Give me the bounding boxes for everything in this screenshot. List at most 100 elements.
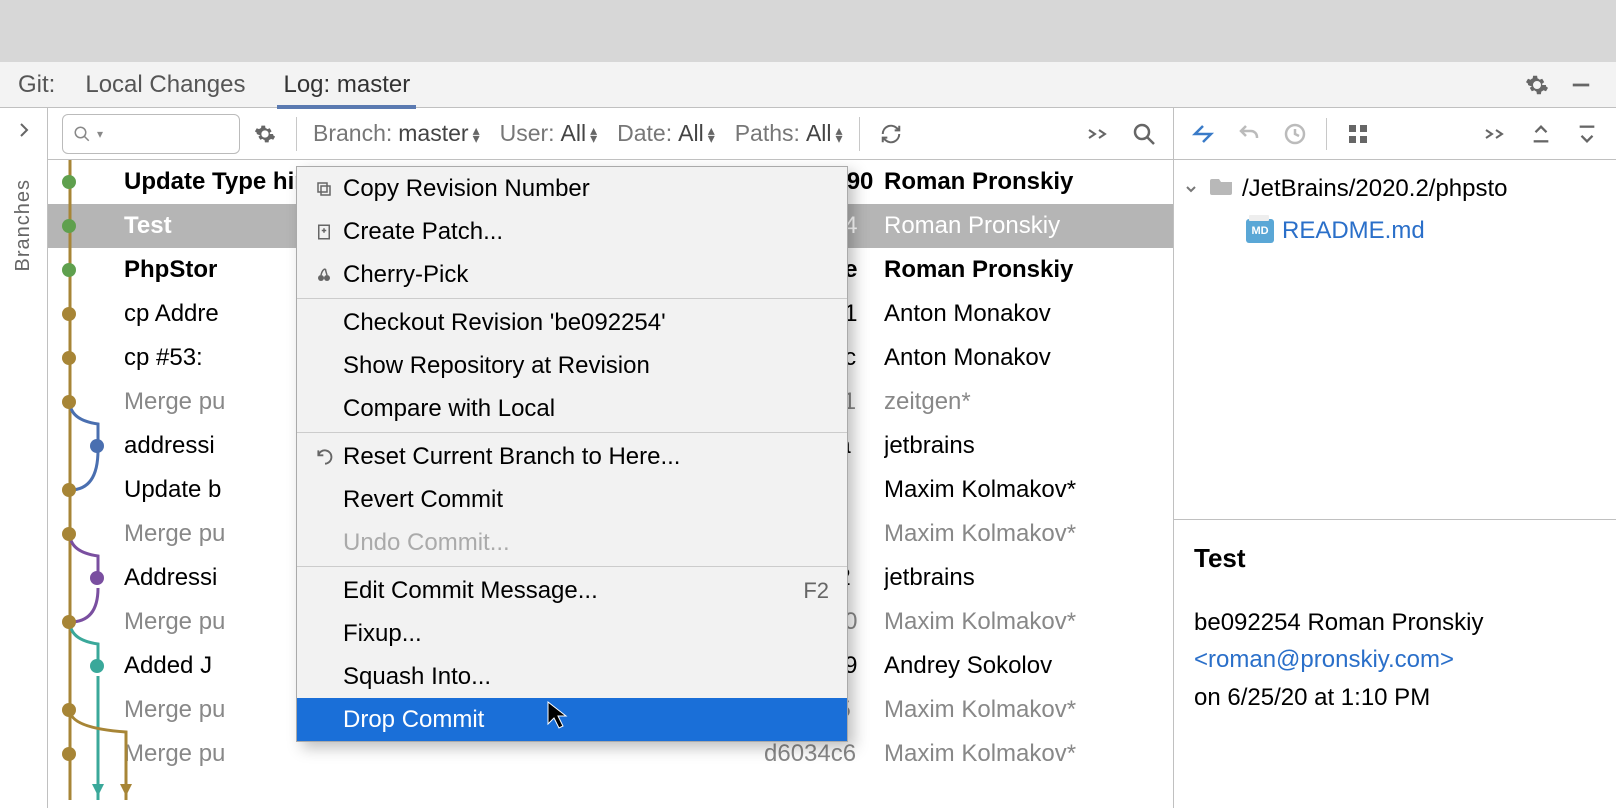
commit-log[interactable]: Update Type hintimaster2 minutes agobd54… <box>48 160 1173 808</box>
commit-author: Andrey Sokolov <box>884 652 1173 680</box>
gear-icon[interactable] <box>1522 70 1552 100</box>
commit-dot <box>62 703 76 717</box>
reset-icon <box>315 447 343 467</box>
updown-icon: ▴▾ <box>836 126 843 142</box>
menu-copy-revision[interactable]: Copy Revision Number <box>297 167 847 210</box>
navigate-icon[interactable] <box>1188 119 1218 149</box>
commit-hash: d6034c6 <box>764 740 884 768</box>
menu-cherry-pick[interactable]: Cherry-Pick <box>297 253 847 296</box>
commit-author: Maxim Kolmakov* <box>884 476 1173 504</box>
date-filter[interactable]: Date: All ▴▾ <box>617 120 715 147</box>
menu-reset-branch[interactable]: Reset Current Branch to Here... <box>297 435 847 478</box>
paths-filter[interactable]: Paths: All ▴▾ <box>735 120 843 147</box>
file-name[interactable]: README.md <box>1282 217 1425 245</box>
commit-hash: be092254 <box>1194 609 1301 636</box>
branch-filter-label: Branch: <box>313 120 392 147</box>
minimize-icon[interactable] <box>1566 70 1596 100</box>
date-filter-label: Date: <box>617 120 672 147</box>
user-filter-value: All <box>561 120 587 147</box>
commit-dot <box>62 219 76 233</box>
menu-fixup[interactable]: Fixup... <box>297 612 847 655</box>
markdown-file-icon: MD <box>1246 219 1274 243</box>
log-panel: ▾ Branch: master ▴▾ User: All ▴▾ Date: A… <box>48 108 1174 808</box>
commit-author: zeitgen* <box>884 388 1173 416</box>
menu-label: Reset Current Branch to Here... <box>343 443 829 471</box>
menu-label: Compare with Local <box>343 395 829 423</box>
more-icon[interactable] <box>1083 119 1113 149</box>
menu-compare-local[interactable]: Compare with Local <box>297 387 847 430</box>
menu-label: Revert Commit <box>343 486 829 514</box>
menu-label: Drop Commit <box>343 706 829 734</box>
commit-dot <box>62 747 76 761</box>
chevron-down-icon <box>1184 175 1202 203</box>
menu-label: Cherry-Pick <box>343 261 829 289</box>
user-filter[interactable]: User: All ▴▾ <box>500 120 598 147</box>
updown-icon: ▴▾ <box>590 126 597 142</box>
undo-icon[interactable] <box>1234 119 1264 149</box>
menu-label: Undo Commit... <box>343 529 829 557</box>
commit-dot <box>62 527 76 541</box>
menu-revert-commit[interactable]: Revert Commit <box>297 478 847 521</box>
user-filter-label: User: <box>500 120 555 147</box>
menu-squash-into[interactable]: Squash Into... <box>297 655 847 698</box>
commit-date-prefix: on <box>1194 684 1227 711</box>
tree-file-row[interactable]: MD README.md <box>1184 210 1606 252</box>
search-input[interactable]: ▾ <box>62 114 240 154</box>
commit-dot <box>90 439 104 453</box>
git-label: Git: <box>18 71 55 99</box>
commit-author: Roman Pronskiy <box>884 256 1173 284</box>
commit-author: Maxim Kolmakov* <box>884 520 1173 548</box>
commit-author: Roman Pronskiy <box>1307 609 1483 636</box>
commit-details-panel: /JetBrains/2020.2/phpsto MD README.md Te… <box>1174 108 1616 808</box>
commit-author: Roman Pronskiy <box>884 212 1173 240</box>
collapse-all-icon[interactable] <box>1572 119 1602 149</box>
commit-details: Test be092254 Roman Pronskiy <roman@pron… <box>1174 520 1616 734</box>
commit-dot <box>62 395 76 409</box>
commit-dot <box>62 307 76 321</box>
copy-icon <box>315 180 343 198</box>
commit-date: 6/25/20 at 1:10 PM <box>1227 684 1430 711</box>
menu-create-patch[interactable]: Create Patch... <box>297 210 847 253</box>
commit-author: Maxim Kolmakov* <box>884 740 1173 768</box>
menu-label: Create Patch... <box>343 218 829 246</box>
menu-label: Checkout Revision 'be092254' <box>343 309 829 337</box>
tree-folder-row[interactable]: /JetBrains/2020.2/phpsto <box>1184 168 1606 210</box>
menu-shortcut: F2 <box>803 578 829 604</box>
menu-label: Fixup... <box>343 620 829 648</box>
expand-all-icon[interactable] <box>1526 119 1556 149</box>
tab-local-changes[interactable]: Local Changes <box>85 71 245 99</box>
refresh-icon[interactable] <box>876 119 906 149</box>
branch-filter-value: master <box>398 120 468 147</box>
tab-log[interactable]: Log: master <box>283 71 410 99</box>
menu-show-repo-at-revision[interactable]: Show Repository at Revision <box>297 344 847 387</box>
menu-drop-commit[interactable]: Drop Commit <box>297 698 847 741</box>
commit-author: Anton Monakov <box>884 300 1173 328</box>
commit-email[interactable]: <roman@pronskiy.com> <box>1194 646 1454 673</box>
menu-checkout-revision[interactable]: Checkout Revision 'be092254' <box>297 301 847 344</box>
updown-icon: ▴▾ <box>708 126 715 142</box>
commit-author: Anton Monakov <box>884 344 1173 372</box>
commit-dot <box>62 175 76 189</box>
commit-dot <box>62 351 76 365</box>
find-icon[interactable] <box>1129 119 1159 149</box>
changed-files-tree[interactable]: /JetBrains/2020.2/phpsto MD README.md <box>1174 160 1616 520</box>
menu-edit-commit-message[interactable]: Edit Commit Message... F2 <box>297 569 847 612</box>
date-filter-value: All <box>678 120 704 147</box>
commit-dot <box>62 615 76 629</box>
expand-branches-icon[interactable] <box>16 122 32 143</box>
group-icon[interactable] <box>1343 119 1373 149</box>
commit-message: Merge pu <box>124 740 764 768</box>
updown-icon: ▴▾ <box>473 126 480 142</box>
menu-label: Squash Into... <box>343 663 829 691</box>
history-icon[interactable] <box>1280 119 1310 149</box>
filter-settings-icon[interactable] <box>250 119 280 149</box>
folder-path: /JetBrains/2020.2/phpsto <box>1242 175 1508 203</box>
branch-filter[interactable]: Branch: master ▴▾ <box>313 120 480 147</box>
commit-dot <box>90 659 104 673</box>
branches-rail-label: Branches <box>12 179 35 272</box>
log-filter-bar: ▾ Branch: master ▴▾ User: All ▴▾ Date: A… <box>48 108 1173 160</box>
menu-label: Show Repository at Revision <box>343 352 829 380</box>
tool-window-tabs: Git: Local Changes Log: master <box>0 62 1616 108</box>
more-icon[interactable] <box>1480 119 1510 149</box>
menu-undo-commit: Undo Commit... <box>297 521 847 564</box>
